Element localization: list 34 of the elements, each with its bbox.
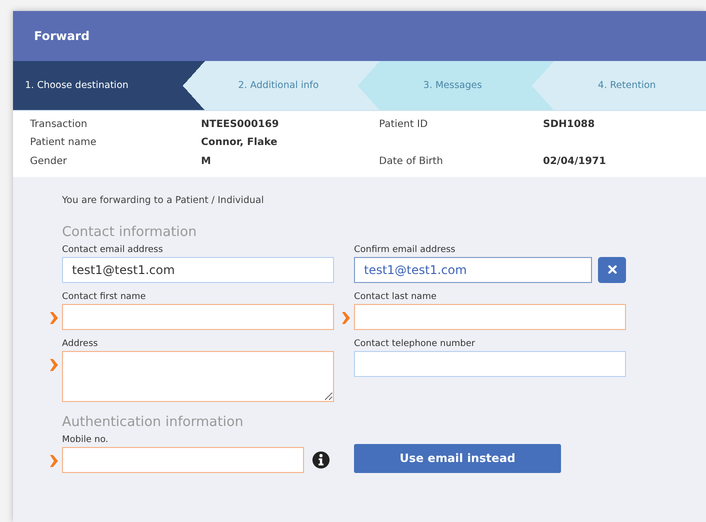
detail-label: Gender <box>30 156 68 167</box>
detail-label: Transaction <box>30 118 88 130</box>
info-icon[interactable] <box>312 450 330 468</box>
step-tab[interactable]: 3. Messages <box>358 61 532 110</box>
use-email-button[interactable]: Use email instead <box>354 444 561 472</box>
input-field[interactable] <box>62 304 334 330</box>
field-label: Contact first name <box>62 292 147 302</box>
input-field[interactable] <box>354 304 626 330</box>
field-label: Confirm email address <box>354 244 456 254</box>
field-label: Contact email address <box>62 244 164 254</box>
field-label: Contact last name <box>354 292 438 302</box>
input-field[interactable] <box>62 446 304 472</box>
section-heading: Authentication information <box>62 414 244 430</box>
address-field[interactable] <box>62 350 334 402</box>
detail-label: Patient ID <box>379 118 429 130</box>
close-icon <box>608 265 616 274</box>
field-label: Mobile no. <box>62 434 110 444</box>
section-heading: Contact information <box>62 224 198 240</box>
detail-value: Connor, Flake <box>201 137 278 148</box>
detail-value: 02/04/1971 <box>543 156 607 167</box>
detail-value: M <box>201 156 212 167</box>
detail-label: Patient name <box>30 137 98 148</box>
input-field[interactable]: test1@test1.com <box>62 256 334 282</box>
input-field[interactable] <box>354 350 626 376</box>
step-tab[interactable]: 1. Choose destination <box>13 61 184 110</box>
detail-value: SDH1088 <box>543 118 596 130</box>
input-field[interactable]: test1@test1.com <box>354 256 592 282</box>
clear-button[interactable] <box>598 256 626 282</box>
detail-label: Date of Birth <box>379 156 444 167</box>
intro-text: You are forwarding to a Patient / Individual <box>62 194 265 206</box>
dialog-title: Forward <box>34 29 90 43</box>
detail-value: NTEES000169 <box>201 118 280 130</box>
field-label: Contact telephone number <box>354 338 476 348</box>
field-label: Address <box>62 338 99 348</box>
